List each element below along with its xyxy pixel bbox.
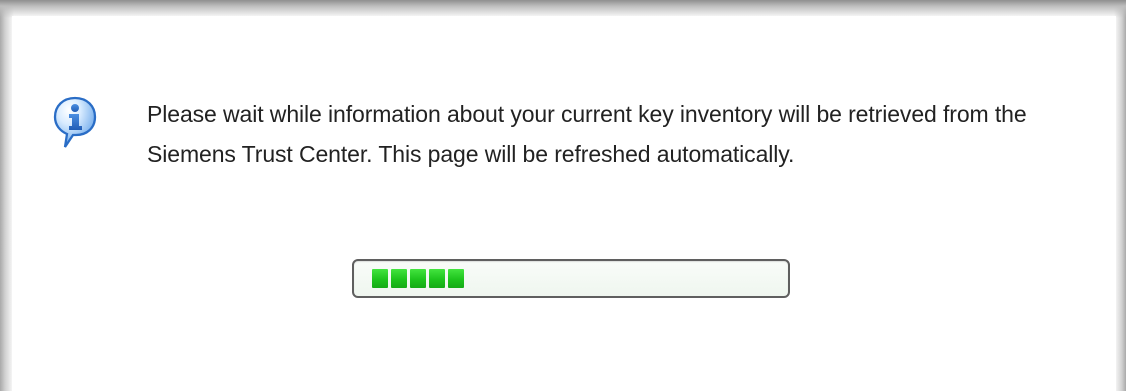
dialog-frame: Please wait while information about your… [0,0,1126,391]
progress-bar [352,259,790,298]
progress-fill [372,269,772,288]
info-icon [53,96,97,148]
progress-block [410,269,426,288]
progress-block [448,269,464,288]
progress-block [391,269,407,288]
status-message: Please wait while information about your… [147,101,1027,167]
progress-block [429,269,445,288]
dialog-panel [12,16,1116,391]
progress-block [372,269,388,288]
